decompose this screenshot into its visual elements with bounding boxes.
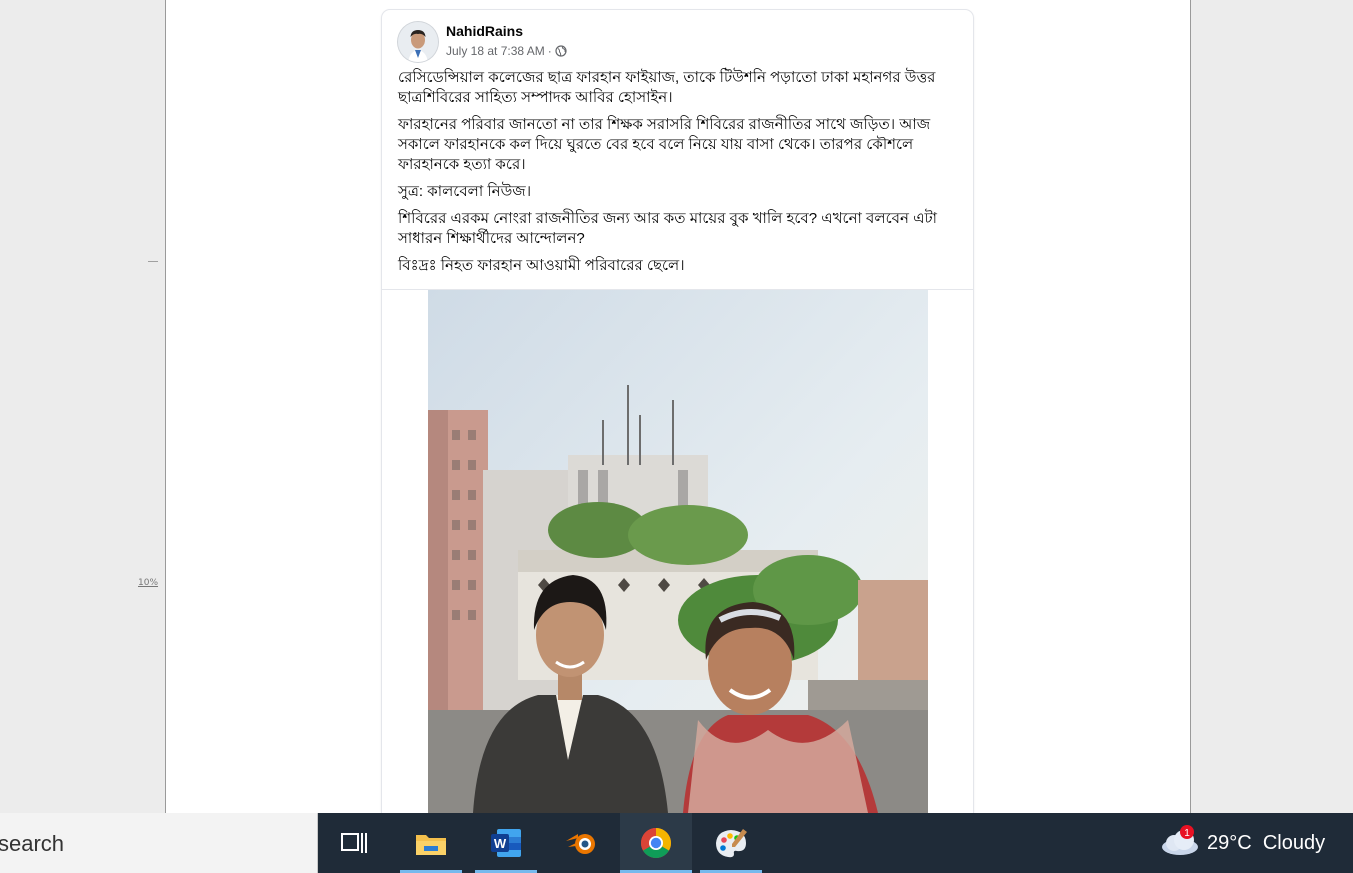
post-paragraph: বিঃদ্রঃ নিহত ফারহান আওয়ামী পরিবারের ছেল… <box>398 257 685 274</box>
weather-widget[interactable]: 1 <box>1158 825 1202 861</box>
facebook-post-card: NahidRains July 18 at 7:38 AM · রেসিডেন্… <box>382 10 973 813</box>
weather-condition: Cloudy <box>1262 832 1326 854</box>
taskbar-search[interactable]: search <box>0 813 318 873</box>
post-paragraph: সুত্র: কালবেলা নিউজ। <box>398 183 532 200</box>
blender-icon[interactable] <box>550 813 612 873</box>
globe-icon[interactable] <box>555 45 567 57</box>
search-text: search <box>0 831 65 856</box>
post-photo[interactable] <box>428 290 928 813</box>
task-view-icon[interactable] <box>323 813 385 873</box>
post-meta: July 18 at 7:38 AM · <box>446 44 567 58</box>
weather-temperature: 29°C <box>1207 832 1252 854</box>
word-icon[interactable]: W <box>475 813 537 873</box>
post-paragraph: ফারহানের পরিবার জানতো না তার শিক্ষক সরাস… <box>398 116 931 173</box>
weather-text[interactable]: 29°C Cloudy <box>1207 832 1325 855</box>
post-header: NahidRains July 18 at 7:38 AM · <box>398 22 958 64</box>
post-timestamp[interactable]: July 18 at 7:38 AM <box>446 44 545 58</box>
taskbar: search W 1 29°C Cloudy <box>0 813 1353 873</box>
post-paragraph: শিবিরের এরকম নোংরা রাজনীতির জন্য আর কত ম… <box>398 210 938 247</box>
weather-badge: 1 <box>1184 828 1190 839</box>
avatar[interactable] <box>398 22 438 62</box>
word-letter: W <box>494 836 507 851</box>
post-author[interactable]: NahidRains <box>446 23 523 39</box>
document-left-margin: 10% <box>0 0 166 813</box>
chrome-icon[interactable] <box>620 813 692 873</box>
post-paragraph: রেসিডেন্সিয়াল কলেজের ছাত্র ফারহান ফাইয়… <box>398 69 936 106</box>
ruler-tick <box>148 261 158 262</box>
cloudy-weather-icon: 1 <box>1158 823 1202 863</box>
file-explorer-icon[interactable] <box>400 813 462 873</box>
document-right-margin <box>1191 0 1353 813</box>
ruler-label: 10% <box>138 578 159 588</box>
post-body: রেসিডেন্সিয়াল কলেজের ছাত্র ফারহান ফাইয়… <box>398 68 958 283</box>
meta-separator: · <box>547 44 552 58</box>
paint-icon[interactable] <box>700 813 762 873</box>
